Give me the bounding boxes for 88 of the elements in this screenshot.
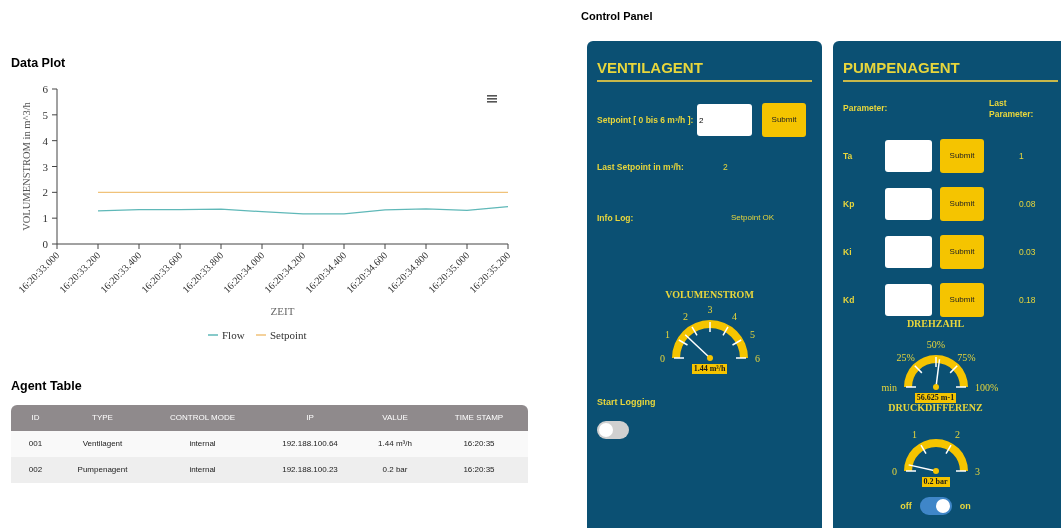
gauge-label: min — [880, 382, 897, 394]
field-value: 2 — [723, 161, 728, 174]
section-title: Agent Table — [11, 377, 83, 395]
table-cell-text: 0.2 bar — [381, 463, 409, 476]
field-label: Last Parameter: — [989, 98, 1035, 120]
gauge-label: 6 — [754, 352, 760, 364]
legend-label[interactable]: Setpoint — [270, 328, 307, 341]
table-cell-text: Ventilagent — [81, 437, 124, 450]
submit-button[interactable]: Submit — [762, 103, 806, 137]
field-label: Last Setpoint in m³/h: — [597, 161, 685, 174]
gauge-title: DREHZAHL — [906, 319, 965, 330]
table-cell-text: internal — [188, 463, 217, 476]
submit-button[interactable]: Submit — [940, 139, 984, 174]
x-axis-title: ZEIT — [270, 304, 295, 317]
gauge-label: 4 — [731, 310, 737, 322]
card-title: VENTILAGENT — [597, 56, 812, 82]
parameter-value: 0.08 — [1019, 197, 1036, 211]
parameter-label: Kd — [843, 293, 856, 307]
gauge-reading: 56.625 m-1 — [914, 393, 957, 404]
parameter-field[interactable] — [885, 236, 932, 269]
y-tick-label: 4 — [42, 134, 48, 147]
parameter-field[interactable] — [885, 188, 932, 221]
menu-icon[interactable] — [487, 94, 497, 103]
table-cell-text: 16:20:35 — [462, 463, 496, 476]
section-title: Data Plot — [11, 55, 67, 72]
gauge-label: 3 — [707, 303, 712, 315]
field-label: Setpoint [ 0 bis 6 m³/h ]: — [597, 114, 695, 126]
submit-button[interactable]: Submit — [940, 235, 984, 270]
toggle-switch[interactable] — [919, 497, 952, 516]
column-header: TIME STAMP — [453, 411, 505, 424]
parameter-field[interactable] — [885, 284, 932, 317]
table-cell-text: Pumpenagent — [76, 463, 129, 476]
gauge-label: 5 — [749, 328, 755, 339]
gauge-reading: 0.2 bar — [921, 477, 950, 488]
parameter-value: 0.18 — [1019, 293, 1036, 307]
gauge-label: 2 — [682, 310, 688, 322]
table-cell-text: 192.188.100.23 — [281, 463, 339, 476]
legend-label[interactable]: Flow — [222, 328, 245, 341]
gauge-title: VOLUMENSTROM — [665, 289, 754, 300]
field-value: Setpoint OK — [731, 211, 775, 224]
column-header: TYPE — [91, 411, 114, 424]
gauge-label: 0 — [891, 466, 897, 478]
gauge-label: 100% — [974, 382, 998, 394]
table-cell-text: 002 — [27, 463, 44, 476]
table-cell-text: 192.188.100.64 — [281, 437, 339, 450]
y-tick-label: 0 — [42, 237, 48, 250]
gauge-title: DRUCKDIFFERENZ — [888, 403, 983, 414]
y-tick-label: 1 — [42, 211, 48, 224]
parameter-field[interactable] — [885, 140, 932, 173]
gauge-label: 2 — [954, 429, 960, 440]
table-cell-text: 1.44 m³/h — [377, 437, 413, 450]
gauge-label: 75% — [956, 351, 976, 363]
column-header: CONTROL MODE — [168, 411, 236, 424]
submit-button[interactable]: Submit — [940, 187, 984, 222]
gauge-label: 3 — [974, 466, 980, 478]
gauge-label: 1 — [664, 328, 670, 339]
table-cell-text: internal — [188, 437, 217, 450]
parameter-value: 1 — [1019, 149, 1024, 163]
parameter-label: Ki — [843, 245, 853, 259]
column-header: ID — [30, 411, 41, 424]
parameter-label: Ta — [843, 149, 854, 163]
column-header: VALUE — [381, 411, 409, 424]
y-tick-label: 3 — [42, 160, 48, 173]
y-axis-title: VOLUMENSTROM in m^3/h — [21, 101, 32, 231]
gauge-label: 50% — [926, 339, 945, 351]
toggle-switch[interactable] — [597, 421, 629, 439]
gauge-reading: 1.44 m³/h — [691, 363, 728, 374]
switch-label: off — [900, 499, 912, 513]
field-label: Parameter: — [843, 102, 889, 115]
field-label: Start Logging — [597, 395, 657, 409]
switch-label: on — [959, 499, 971, 513]
y-tick-label: 6 — [42, 82, 48, 95]
column-header: IP — [305, 411, 315, 424]
setpoint-field[interactable]: 2 — [697, 104, 752, 136]
field-label: Info Log: — [597, 211, 635, 225]
submit-button[interactable]: Submit — [940, 283, 984, 318]
gauge-label: 1 — [911, 429, 917, 440]
table-cell-text: 001 — [27, 437, 44, 450]
parameter-value: 0.03 — [1019, 245, 1036, 259]
card-title: PUMPENAGENT — [843, 56, 1058, 82]
y-tick-label: 2 — [42, 186, 48, 199]
parameter-label: Kp — [843, 197, 856, 211]
gauge-drawing — [903, 439, 968, 475]
gauge-label: 25% — [895, 351, 915, 363]
section-title: Control Panel — [581, 9, 654, 24]
y-tick-label: 5 — [42, 108, 48, 121]
table-cell-text: 16:20:35 — [462, 437, 496, 450]
gauge-label: 0 — [659, 352, 665, 364]
